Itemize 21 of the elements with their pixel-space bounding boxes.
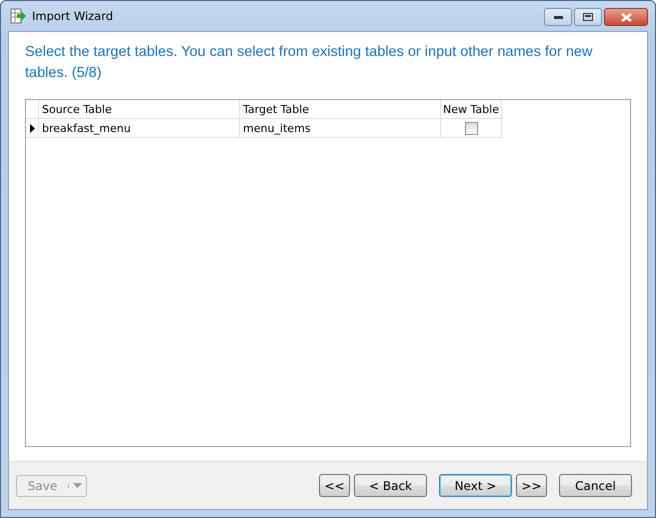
table-arrow-icon <box>10 8 26 24</box>
minimize-button[interactable] <box>544 8 572 26</box>
table-cell: breakfast_menu <box>39 119 240 138</box>
nav-button[interactable]: Cancel <box>559 474 632 497</box>
close-icon <box>620 12 632 22</box>
row-header[interactable] <box>26 119 39 138</box>
nav-button[interactable]: >> <box>516 474 547 497</box>
maximize-button[interactable] <box>574 8 602 26</box>
instruction-text: Select the target tables. You can select from existing tables or input other names for new tables. (5/8) <box>25 43 594 83</box>
window-title: Import Wizard <box>32 9 114 23</box>
minimize-icon <box>554 16 562 18</box>
checkbox[interactable] <box>464 122 478 134</box>
maximize-icon <box>583 13 593 21</box>
column-header[interactable]: New Table <box>441 100 502 119</box>
nav-button[interactable]: << <box>319 474 350 497</box>
nav-button[interactable]: < Back <box>354 474 427 497</box>
column-header[interactable]: Source Table <box>39 100 240 119</box>
nav-button[interactable]: Next > <box>439 474 512 497</box>
close-button[interactable] <box>604 8 648 26</box>
table-cell: menu_items <box>240 119 441 138</box>
column-header[interactable]: Target Table <box>240 100 441 119</box>
